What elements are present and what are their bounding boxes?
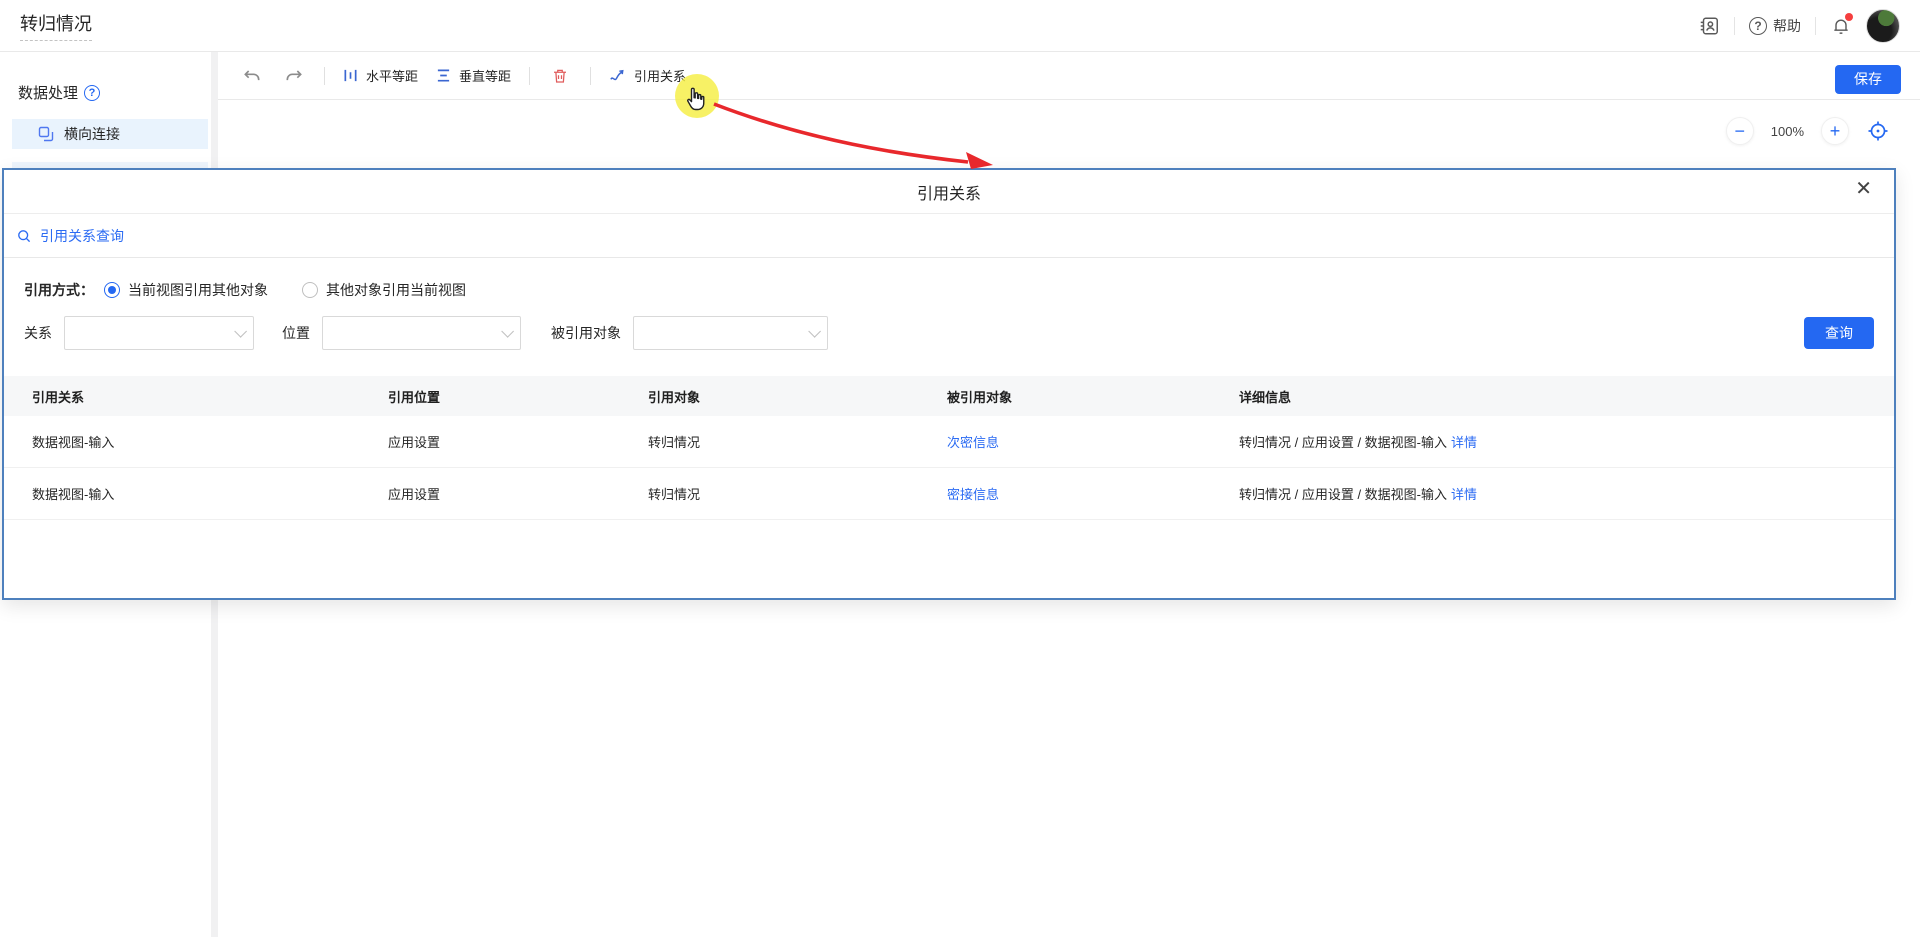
app-root: 转归情况 ? 帮助 — [0, 0, 1920, 937]
sidebar-item-label: 横向连接 — [64, 124, 120, 144]
table-row: 数据视图-输入 应用设置 转归情况 密接信息 转归情况 / 应用设置 / 数据视… — [4, 468, 1894, 520]
detail-link[interactable]: 详情 — [1451, 435, 1477, 450]
avatar[interactable] — [1866, 9, 1900, 43]
reference-relations-label: 引用关系 — [634, 66, 686, 85]
reference-relations-dialog: 引用关系 ✕ 引用关系查询 引用方式： 当前视图引用其他对象 其他对象引用当前视… — [2, 168, 1896, 600]
section-help-icon[interactable]: ? — [84, 85, 100, 101]
cell-ref-relation: 数据视图-输入 — [4, 484, 360, 503]
column-header: 引用关系 — [4, 387, 360, 406]
horizontal-spacing-button[interactable]: 水平等距 — [343, 66, 418, 85]
close-icon[interactable]: ✕ — [1855, 179, 1872, 199]
table-row: 数据视图-输入 应用设置 转归情况 次密信息 转归情况 / 应用设置 / 数据视… — [4, 416, 1894, 468]
delete-icon[interactable] — [548, 64, 572, 88]
radio-option-0[interactable]: 当前视图引用其他对象 — [104, 280, 268, 300]
relation-select[interactable] — [64, 316, 254, 350]
column-header: 引用对象 — [620, 387, 919, 406]
divider — [1734, 17, 1735, 35]
cell-ref-object: 转归情况 — [620, 432, 919, 451]
page-title: 转归情况 — [20, 10, 92, 41]
top-header: 转归情况 ? 帮助 — [0, 0, 1920, 52]
zoom-out-button[interactable]: − — [1726, 117, 1754, 145]
table-header-row: 引用关系 引用位置 引用对象 被引用对象 详细信息 — [4, 376, 1894, 416]
zoom-controls: − 100% + — [1726, 117, 1890, 145]
cell-ref-position: 应用设置 — [360, 484, 620, 503]
referenced-object-link[interactable]: 密接信息 — [947, 487, 999, 502]
referenced-object-select[interactable] — [633, 316, 828, 350]
radio-icon — [302, 282, 318, 298]
reference-search-link[interactable]: 引用关系查询 — [40, 226, 124, 246]
redo-icon[interactable] — [282, 64, 306, 88]
dialog-title: 引用关系 — [917, 180, 981, 204]
filter-label-referenced-object: 被引用对象 — [551, 323, 621, 343]
filter-row: 关系 位置 被引用对象 查询 — [24, 316, 1894, 350]
help-label: 帮助 — [1773, 16, 1801, 36]
reference-search-row: 引用关系查询 — [4, 214, 1894, 258]
cell-detail: 转归情况 / 应用设置 / 数据视图-输入详情 — [1211, 484, 1894, 503]
filter-label-position: 位置 — [282, 323, 310, 343]
position-select[interactable] — [322, 316, 521, 350]
chevron-down-icon — [808, 325, 821, 338]
undo-icon[interactable] — [240, 64, 264, 88]
divider — [324, 67, 325, 85]
help-button[interactable]: ? 帮助 — [1749, 16, 1801, 36]
divider — [590, 67, 591, 85]
cell-detail: 转归情况 / 应用设置 / 数据视图-输入详情 — [1211, 432, 1894, 451]
cell-ref-relation: 数据视图-输入 — [4, 432, 360, 451]
vertical-spacing-label: 垂直等距 — [459, 66, 511, 85]
divider — [1815, 17, 1816, 35]
notification-bell-icon[interactable] — [1830, 15, 1852, 37]
column-header: 详细信息 — [1211, 387, 1894, 406]
references-table: 引用关系 引用位置 引用对象 被引用对象 详细信息 数据视图-输入 应用设置 转… — [4, 376, 1894, 520]
detail-link[interactable]: 详情 — [1451, 487, 1477, 502]
detail-path: 转归情况 / 应用设置 / 数据视图-输入 — [1239, 435, 1447, 450]
reference-relations-icon — [609, 67, 626, 84]
radio-option-1[interactable]: 其他对象引用当前视图 — [302, 280, 466, 300]
canvas-toolbar: 水平等距 垂直等距 — [218, 52, 1920, 100]
notification-dot — [1845, 13, 1853, 21]
vertical-spacing-button[interactable]: 垂直等距 — [436, 66, 511, 85]
detail-path: 转归情况 / 应用设置 / 数据视图-输入 — [1239, 487, 1447, 502]
sidebar-item-horizontal-join[interactable]: 横向连接 — [12, 119, 208, 149]
chevron-down-icon — [234, 325, 247, 338]
chevron-down-icon — [501, 325, 514, 338]
reference-mode-group: 引用方式： 当前视图引用其他对象 其他对象引用当前视图 — [24, 280, 1894, 300]
radio-icon — [104, 282, 120, 298]
query-button[interactable]: 查询 — [1804, 317, 1874, 349]
overlap-squares-icon — [38, 126, 54, 142]
zoom-level: 100% — [1771, 124, 1804, 139]
vertical-spacing-icon — [436, 68, 451, 83]
radio-option-label: 当前视图引用其他对象 — [128, 280, 268, 300]
sidebar-section-title: 数据处理 — [18, 82, 78, 103]
column-header: 引用位置 — [360, 387, 620, 406]
reference-relations-button[interactable]: 引用关系 — [609, 66, 686, 85]
radio-option-label: 其他对象引用当前视图 — [326, 280, 466, 300]
search-icon — [16, 228, 32, 244]
reference-mode-label: 引用方式： — [24, 280, 94, 300]
column-header: 被引用对象 — [919, 387, 1211, 406]
cell-ref-position: 应用设置 — [360, 432, 620, 451]
zoom-in-button[interactable]: + — [1821, 117, 1849, 145]
sidebar-section-header: 数据处理 ? — [0, 82, 211, 103]
address-book-icon[interactable] — [1698, 15, 1720, 37]
referenced-object-link[interactable]: 次密信息 — [947, 435, 999, 450]
filter-label-relation: 关系 — [24, 323, 52, 343]
help-icon: ? — [1749, 17, 1767, 35]
dialog-titlebar: 引用关系 ✕ — [4, 170, 1894, 214]
header-actions: ? 帮助 — [1698, 9, 1900, 43]
horizontal-spacing-icon — [343, 68, 358, 83]
divider — [529, 67, 530, 85]
save-button[interactable]: 保存 — [1835, 65, 1901, 94]
horizontal-spacing-label: 水平等距 — [366, 66, 418, 85]
locate-center-icon[interactable] — [1866, 119, 1890, 143]
cell-ref-object: 转归情况 — [620, 484, 919, 503]
